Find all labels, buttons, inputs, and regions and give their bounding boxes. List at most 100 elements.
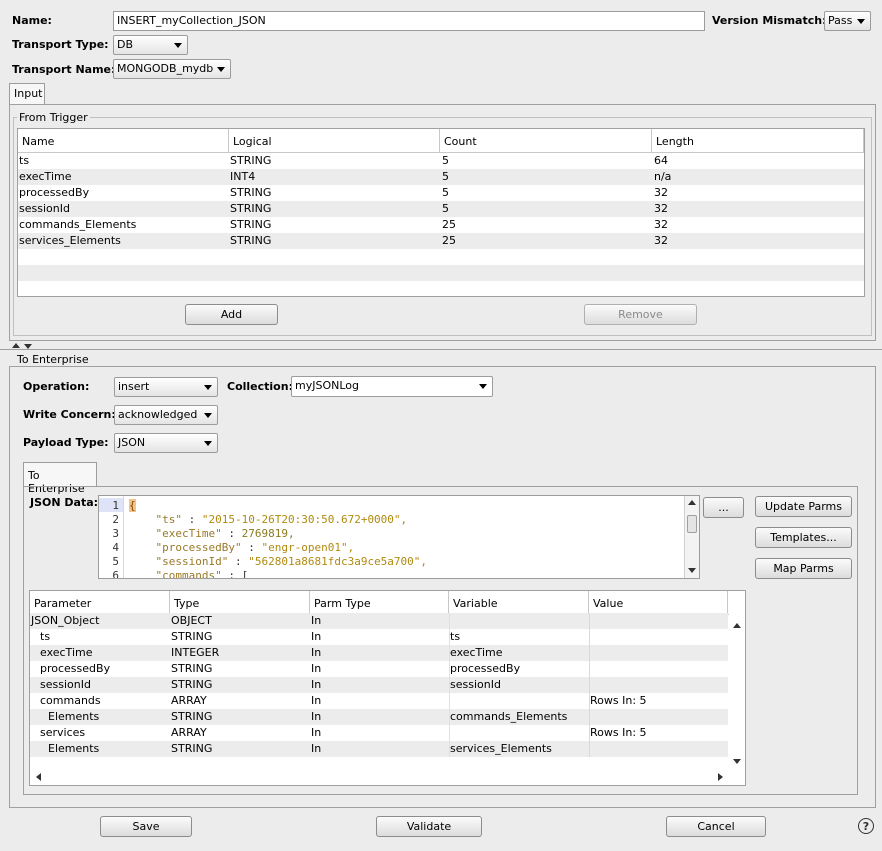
table-row[interactable]: execTime INT4 5 n/a [18,169,864,185]
map-parms-button[interactable]: Map Parms [755,558,852,579]
ellipsis-button[interactable]: ... [703,497,744,518]
line-number: 3 [112,527,119,540]
line-number: 6 [112,569,119,579]
help-icon[interactable]: ? [858,818,874,834]
table-row[interactable]: services ARRAY In Rows In: 5 [30,725,728,741]
table-row[interactable]: sessionId STRING 5 32 [18,201,864,217]
empty-row [18,265,864,281]
code-sep: : [182,513,202,526]
operation-select[interactable]: insert [114,377,218,397]
column-header-parameter[interactable]: Parameter [30,591,170,615]
cell-name: ts [19,154,30,167]
column-header-parm-type[interactable]: Parm Type [310,591,449,615]
cell-logical: STRING [230,234,272,247]
table-row[interactable]: processedBy STRING In processedBy [30,661,728,677]
json-editor-scrollbar[interactable] [684,496,699,578]
collapse-up-icon[interactable] [12,343,20,348]
table-row[interactable]: services_Elements STRING 25 32 [18,233,864,249]
collection-value: myJSONLog [295,379,359,392]
table-row[interactable]: Elements STRING In services_Elements [30,741,728,757]
name-input[interactable]: INSERT_myCollection_JSON [113,11,705,31]
cell-logical: STRING [230,218,272,231]
parameter-table-vscrollbar[interactable] [729,613,745,771]
scroll-left-icon[interactable] [36,773,41,781]
scroll-down-icon[interactable] [688,568,696,573]
collection-select[interactable]: myJSONLog [291,376,493,397]
cell-length: 32 [654,186,668,199]
chevron-down-icon [479,384,487,389]
write-concern-select[interactable]: acknowledged [114,405,218,425]
transport-type-select[interactable]: DB [113,35,188,55]
json-editor[interactable]: 1 2 3 4 5 6 { "ts" : "2015-10-26T20:30:5… [98,495,700,579]
cell-parameter: processedBy [40,662,111,675]
scroll-thumb[interactable] [687,515,697,533]
add-button[interactable]: Add [185,304,278,325]
validate-button[interactable]: Validate [376,816,482,837]
payload-type-select[interactable]: JSON [114,433,218,453]
code-sep: : [221,527,242,540]
code-line: "sessionId" : "562801a8681fdc3a9ce5a700"… [129,555,428,569]
cell-name: commands_Elements [19,218,137,231]
line-number: 5 [112,555,119,568]
cell-name: sessionId [19,202,70,215]
code-sep: : [221,569,242,579]
code-key: "commands" [155,569,222,579]
cell-parameter: ts [40,630,51,643]
column-header-variable[interactable]: Variable [449,591,589,615]
table-row[interactable]: Elements STRING In commands_Elements [30,709,728,725]
column-header-count[interactable]: Count [440,129,652,153]
column-divider [449,613,450,757]
table-row[interactable]: execTime INTEGER In execTime [30,645,728,661]
parameter-table-hscrollbar[interactable] [30,769,730,785]
table-row[interactable]: ts STRING In ts [30,629,728,645]
table-row[interactable]: ts STRING 5 64 [18,153,864,169]
column-header-value[interactable]: Value [589,591,728,615]
table-row[interactable]: commands_Elements STRING 25 32 [18,217,864,233]
cell-length: 32 [654,202,668,215]
remove-button[interactable]: Remove [584,304,697,325]
cell-logical: STRING [230,186,272,199]
scroll-down-icon[interactable] [733,759,741,764]
code-key: "ts" [155,513,183,526]
cell-parm-type: In [311,710,322,723]
tab-input[interactable]: Input [9,83,45,105]
code-line: "commands" : [ [129,569,249,579]
line-number: 1 [112,499,119,512]
payload-type-label: Payload Type: [23,436,109,449]
column-header-name[interactable]: Name [18,129,229,153]
cell-name: services_Elements [19,234,121,247]
transport-name-select[interactable]: MONGODB_mydb [113,59,231,79]
cell-parameter: execTime [40,646,93,659]
scroll-up-icon[interactable] [688,500,696,505]
column-header-logical[interactable]: Logical [229,129,440,153]
cell-parm-type: In [311,678,322,691]
update-parms-button[interactable]: Update Parms [755,496,852,517]
cell-parm-type: In [311,630,322,643]
version-mismatch-select[interactable]: Pass [824,11,871,31]
column-header-type[interactable]: Type [170,591,310,615]
chevron-down-icon [174,43,182,48]
cell-name: processedBy [19,186,90,199]
code-value: "562801a8681fdc3a9ce5a700", [248,555,428,568]
cell-variable: commands_Elements [450,710,568,723]
table-row[interactable]: JSON_Object OBJECT In [30,613,728,629]
templates-button[interactable]: Templates... [755,527,852,548]
scroll-right-icon[interactable] [718,773,723,781]
scroll-up-icon[interactable] [733,623,741,628]
cell-type: ARRAY [171,726,207,739]
code-line: "processedBy" : "engr-open01", [129,541,355,555]
cancel-button[interactable]: Cancel [666,816,766,837]
table-row[interactable]: commands ARRAY In Rows In: 5 [30,693,728,709]
column-header-length[interactable]: Length [652,129,864,153]
table-row[interactable]: sessionId STRING In sessionId [30,677,728,693]
code-key: "sessionId" [155,555,229,568]
code-value: 2769819, [241,527,295,540]
table-row[interactable]: processedBy STRING 5 32 [18,185,864,201]
cell-type: ARRAY [171,694,207,707]
tab-to-enterprise[interactable]: To Enterprise [23,462,97,495]
collection-label: Collection: [227,380,293,393]
cell-variable: execTime [450,646,503,659]
save-button[interactable]: Save [100,816,192,837]
table-header: Name Logical Count Length [18,129,864,153]
